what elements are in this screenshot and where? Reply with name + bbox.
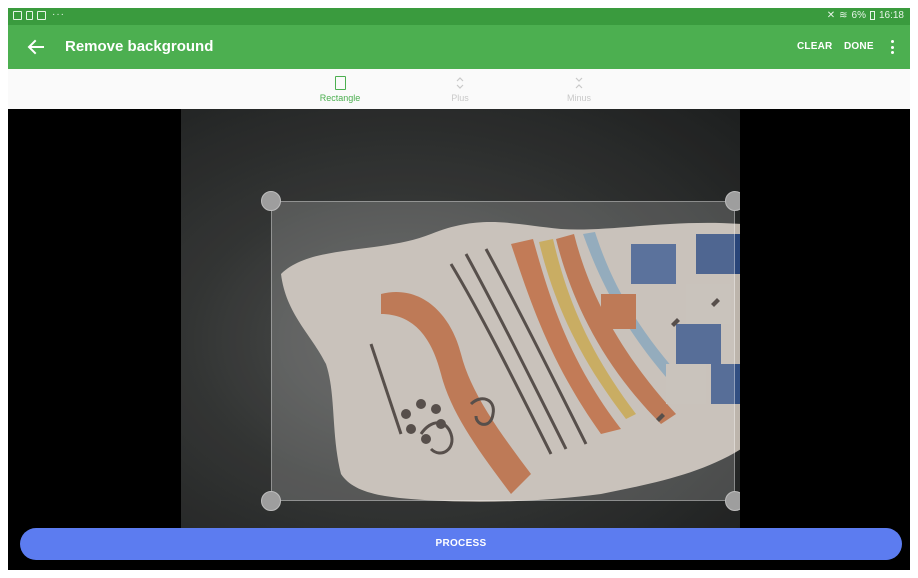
rectangle-icon (334, 76, 346, 90)
more-notifications-indicator: ··· (52, 9, 65, 20)
image-notification-icon (13, 10, 22, 20)
clear-button[interactable]: CLEAR (797, 41, 832, 52)
selection-rectangle[interactable] (271, 201, 735, 501)
photo-pottery-shard (181, 109, 740, 529)
status-notifications: ··· (13, 10, 65, 20)
clock: 16:18 (878, 10, 904, 21)
tool-rectangle-label: Rectangle (319, 93, 361, 103)
crop-handle-bottom-left[interactable] (261, 491, 281, 511)
done-button[interactable]: DONE (844, 41, 874, 52)
tool-plus[interactable]: Plus (420, 76, 500, 103)
crop-handle-top-right[interactable] (725, 191, 740, 211)
tool-minus-label: Minus (566, 93, 591, 103)
wifi-icon: ≋ (839, 10, 848, 21)
image-canvas[interactable] (8, 109, 910, 570)
tool-minus[interactable]: Minus (539, 76, 619, 103)
mail-notification-icon (37, 10, 46, 20)
more-options-icon[interactable] (891, 40, 895, 54)
tool-rectangle[interactable]: Rectangle (300, 76, 380, 103)
expand-chevrons-icon (456, 77, 464, 89)
status-bar: ··· ✕ ≋ 6% 16:18 (8, 8, 910, 25)
tool-plus-label: Plus (451, 93, 469, 103)
crop-handle-bottom-right[interactable] (725, 491, 740, 511)
crop-handle-top-left[interactable] (261, 191, 281, 211)
process-button[interactable]: PROCESS (20, 528, 902, 560)
mute-icon: ✕ (826, 10, 836, 21)
page-title: Remove background (65, 38, 214, 55)
back-arrow-icon[interactable] (26, 37, 46, 57)
collapse-chevrons-icon (575, 77, 583, 89)
selection-tool-bar: Rectangle Plus Minus (8, 69, 910, 110)
file-notification-icon (26, 10, 33, 20)
app-bar: Remove background CLEAR DONE (8, 25, 910, 69)
status-system: ✕ ≋ 6% 16:18 (827, 10, 904, 21)
app-screen: ··· ✕ ≋ 6% 16:18 Remove background CLEAR… (8, 8, 910, 570)
battery-icon (869, 11, 875, 20)
battery-percent: 6% (851, 10, 866, 21)
